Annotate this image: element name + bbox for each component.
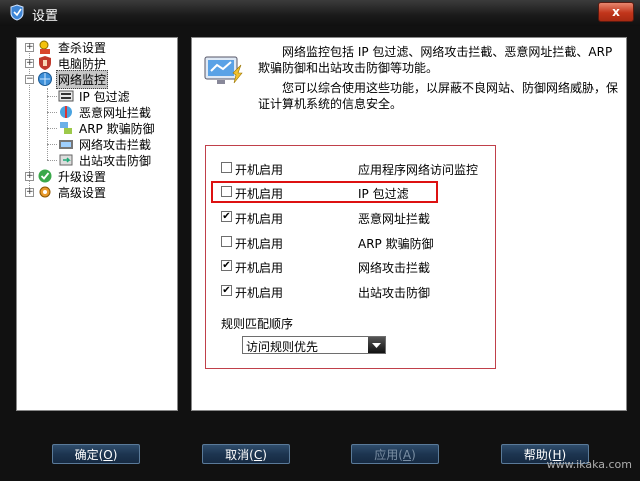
arp-icon (60, 122, 72, 134)
startup-checkbox[interactable] (221, 186, 232, 197)
tree-item-label: ARP 欺骗防御 (79, 121, 155, 136)
expand-icon[interactable]: + (25, 171, 34, 181)
feature-label: 网络攻击拦截 (358, 261, 431, 275)
option-url-block[interactable]: ✔ 开机启用 恶意网址拦截 (221, 209, 491, 226)
startup-checkbox[interactable]: ✔ (221, 285, 232, 296)
cancel-button[interactable]: 取消(C) (202, 444, 290, 464)
tree-item-ip-filter[interactable]: IP 包过滤 (58, 88, 132, 104)
upgrade-icon (38, 169, 52, 183)
checkbox-label: 开机启用 (235, 286, 284, 300)
expand-icon[interactable]: + (25, 42, 34, 52)
tree-item-scan-settings[interactable]: + 查杀设置 (25, 39, 108, 55)
rule-order-select[interactable]: 访问规则优先 (242, 336, 386, 354)
checkbox-label: 开机启用 (235, 163, 284, 177)
tree-item-label: 升级设置 (58, 169, 107, 184)
title-bar[interactable]: 设置 x (0, 0, 640, 26)
startup-checkbox[interactable]: ✔ (221, 260, 232, 271)
ip-filter-icon (58, 90, 74, 102)
tree-item-label: 恶意网址拦截 (79, 105, 152, 120)
outbound-icon (59, 154, 73, 166)
checkbox-label: 开机启用 (235, 212, 284, 226)
option-outbound-defense[interactable]: ✔ 开机启用 出站攻击防御 (221, 283, 491, 300)
ok-button[interactable]: 确定(O) (52, 444, 140, 464)
shield-hand-icon (39, 56, 51, 70)
startup-checkbox[interactable] (221, 236, 232, 247)
option-attack-block[interactable]: ✔ 开机启用 网络攻击拦截 (221, 258, 491, 275)
feature-label: IP 包过滤 (358, 187, 409, 201)
url-block-icon (60, 106, 72, 118)
option-arp-defense[interactable]: 开机启用 ARP 欺骗防御 (221, 234, 491, 251)
tree-item-arp-defense[interactable]: ARP 欺骗防御 (58, 120, 157, 136)
button-bar: 确定(O) 取消(C) 应用(A) 帮助(H) www.ikaka.com (0, 423, 640, 481)
panel-description: 网络监控包括 IP 包过滤、网络攻击拦截、恶意网址拦截、ARP 欺骗防御和出站攻… (258, 44, 618, 112)
tree-item-advanced-settings[interactable]: + 高级设置 (25, 184, 108, 200)
dropdown-arrow-icon[interactable] (368, 337, 385, 353)
feature-label: 应用程序网络访问监控 (358, 163, 479, 177)
scan-icon (39, 40, 50, 54)
app-shield-icon (10, 4, 24, 21)
settings-tree: + 查杀设置 + 电脑防护 − 网络监控 IP 包过滤 恶意网址拦截 ARP 欺… (16, 37, 178, 411)
tree-item-label: 查杀设置 (58, 40, 107, 55)
network-globe-icon (38, 72, 52, 86)
network-monitor-icon (204, 56, 243, 84)
feature-label: 恶意网址拦截 (358, 212, 431, 226)
expand-icon[interactable]: + (25, 58, 34, 68)
window-title: 设置 (32, 9, 59, 24)
tree-item-label: 网络监控 (56, 69, 109, 89)
rule-order-value: 访问规则优先 (246, 340, 319, 354)
checkbox-label: 开机启用 (235, 237, 284, 251)
close-icon: x (612, 5, 620, 19)
collapse-icon[interactable]: − (25, 74, 34, 84)
tree-item-network-monitor[interactable]: − 网络监控 (25, 69, 109, 89)
advanced-gear-icon (39, 186, 51, 198)
startup-checkbox[interactable]: ✔ (221, 211, 232, 222)
tree-item-outbound-defense[interactable]: 出站攻击防御 (58, 152, 153, 168)
feature-label: 出站攻击防御 (358, 286, 431, 300)
tree-item-label: 高级设置 (58, 185, 107, 200)
description-line-2: 您可以综合使用这些功能，以屏蔽不良网站、防御网络威胁，保证计算机系统的信息安全。 (258, 81, 619, 111)
tree-item-label: IP 包过滤 (79, 89, 130, 104)
option-ip-filter[interactable]: 开机启用 IP 包过滤 (221, 184, 491, 201)
tree-item-label: 网络攻击拦截 (79, 137, 152, 152)
tree-item-url-block[interactable]: 恶意网址拦截 (58, 104, 153, 120)
feature-label: ARP 欺骗防御 (358, 237, 434, 251)
expand-icon[interactable]: + (25, 187, 34, 197)
apply-button[interactable]: 应用(A) (351, 444, 439, 464)
close-button[interactable]: x (598, 2, 634, 22)
description-line-1: 网络监控包括 IP 包过滤、网络攻击拦截、恶意网址拦截、ARP 欺骗防御和出站攻… (258, 45, 613, 75)
tree-item-upgrade-settings[interactable]: + 升级设置 (25, 168, 108, 184)
rule-order-label: 规则匹配顺序 (221, 317, 294, 331)
watermark: www.ikaka.com (546, 458, 632, 471)
option-app-network-monitor[interactable]: 开机启用 应用程序网络访问监控 (221, 160, 491, 177)
network-monitor-panel: 网络监控包括 IP 包过滤、网络攻击拦截、恶意网址拦截、ARP 欺骗防御和出站攻… (191, 37, 627, 411)
tree-item-attack-block[interactable]: 网络攻击拦截 (58, 136, 153, 152)
checkbox-label: 开机启用 (235, 187, 284, 201)
startup-checkbox[interactable] (221, 162, 232, 173)
startup-options-box: 开机启用 应用程序网络访问监控 开机启用 IP 包过滤 ✔ 开机启用 恶意网址拦… (205, 145, 496, 369)
attack-block-icon (59, 140, 73, 149)
settings-window: 设置 x + 查杀设置 + 电脑防护 − 网络监控 IP 包过滤 恶意网址拦截 … (0, 0, 640, 481)
checkbox-label: 开机启用 (235, 261, 284, 275)
tree-item-label: 出站攻击防御 (79, 153, 152, 168)
